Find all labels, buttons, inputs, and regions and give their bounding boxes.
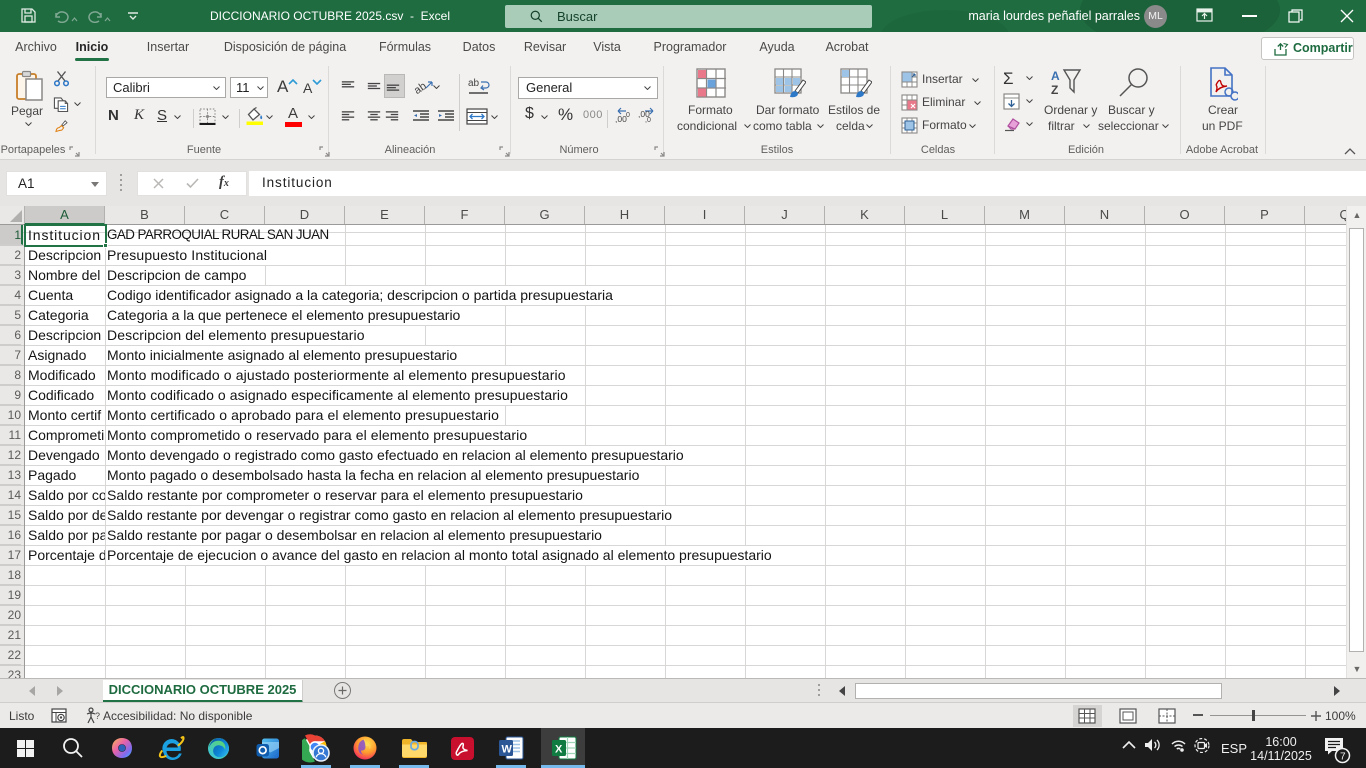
svg-text:?: ? bbox=[95, 711, 100, 721]
svg-text:A: A bbox=[1051, 69, 1060, 83]
svg-text:7: 7 bbox=[1340, 752, 1346, 763]
svg-text:X: X bbox=[555, 744, 563, 756]
svg-text:0: 0 bbox=[626, 112, 630, 119]
svg-text:ab: ab bbox=[468, 78, 480, 89]
svg-text:,0: ,0 bbox=[645, 117, 651, 124]
svg-text:W: W bbox=[502, 744, 513, 756]
svg-text:Z: Z bbox=[1051, 83, 1058, 97]
